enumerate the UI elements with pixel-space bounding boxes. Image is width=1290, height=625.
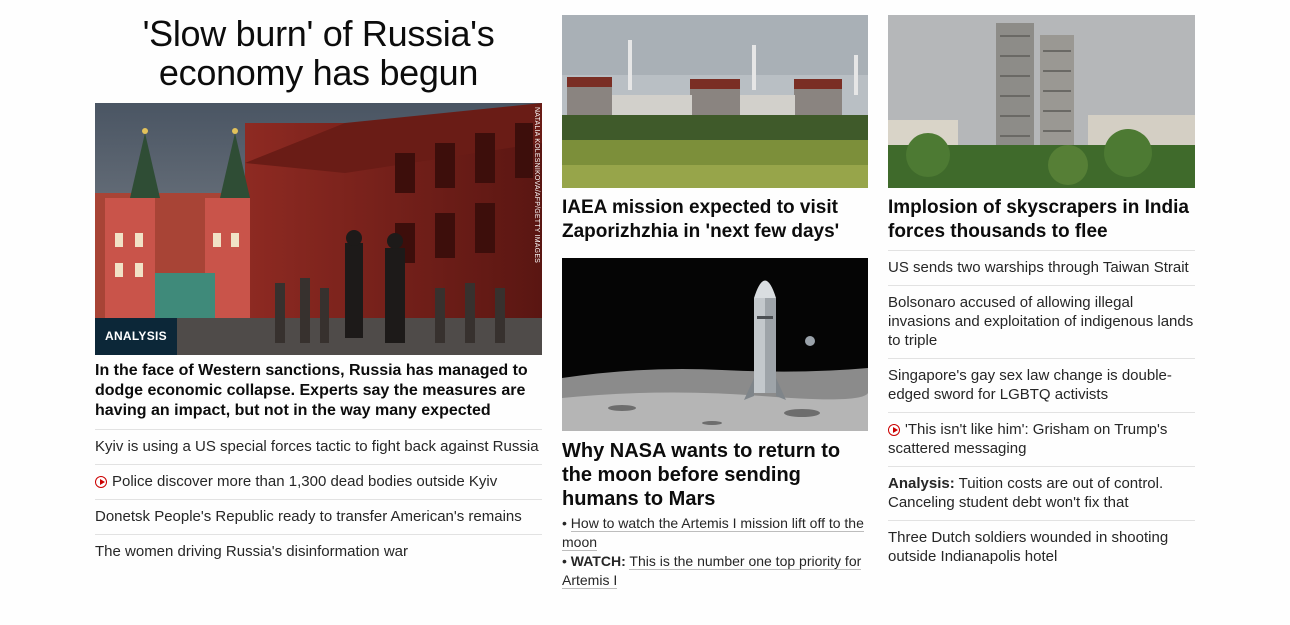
- lead-headline[interactable]: 'Slow burn' of Russia's economy has begu…: [95, 14, 542, 92]
- list-item-text[interactable]: 'This isn't like him': Grisham on Trump'…: [888, 421, 1167, 457]
- list-item-text[interactable]: Bolsonaro accused of allowing illegal in…: [888, 294, 1193, 349]
- list-item[interactable]: The women driving Russia's disinformatio…: [95, 534, 542, 569]
- play-circle-icon: [888, 424, 900, 436]
- starship-on-moon-illustration: [562, 258, 868, 431]
- story-headline[interactable]: Why NASA wants to return to the moon bef…: [562, 439, 868, 511]
- india-towers-photo: [888, 15, 1195, 188]
- bullet: •: [562, 515, 571, 531]
- lead-related-list: Kyiv is using a US special forces tactic…: [95, 429, 542, 569]
- list-item-text[interactable]: Three Dutch soldiers wounded in shooting…: [888, 529, 1168, 565]
- skyscrapers-image[interactable]: [888, 15, 1195, 188]
- list-item[interactable]: Kyiv is using a US special forces tactic…: [95, 429, 542, 464]
- list-item[interactable]: Analysis: Tuition costs are out of contr…: [888, 466, 1195, 520]
- moon-rocket-image[interactable]: [562, 258, 868, 431]
- right-related-list: US sends two warships through Taiwan Str…: [888, 250, 1195, 574]
- list-item[interactable]: Three Dutch soldiers wounded in shooting…: [888, 520, 1195, 574]
- list-item-text[interactable]: The women driving Russia's disinformatio…: [95, 543, 408, 560]
- list-item[interactable]: Donetsk People's Republic ready to trans…: [95, 499, 542, 534]
- photo-credit: NATALIA KOLESNIKOVA/AFP/GETTY IMAGES: [533, 107, 540, 264]
- watch-label: WATCH:: [570, 553, 626, 569]
- lead-image[interactable]: NATALIA KOLESNIKOVA/AFP/GETTY IMAGES ANA…: [95, 103, 542, 355]
- analysis-label: Analysis:: [888, 475, 955, 492]
- lead-summary[interactable]: In the face of Western sanctions, Russia…: [95, 361, 542, 421]
- list-item[interactable]: 'This isn't like him': Grisham on Trump'…: [888, 412, 1195, 466]
- nuclear-plant-image[interactable]: [562, 15, 868, 188]
- sub-link-text[interactable]: How to watch the Artemis I mission lift …: [562, 515, 864, 551]
- zaporizhzhia-plant-photo: [562, 15, 868, 188]
- list-item[interactable]: Singapore's gay sex law change is double…: [888, 358, 1195, 412]
- list-item-text[interactable]: Kyiv is using a US special forces tactic…: [95, 438, 539, 455]
- list-item-text[interactable]: Singapore's gay sex law change is double…: [888, 367, 1172, 403]
- list-item[interactable]: Police discover more than 1,300 dead bod…: [95, 464, 542, 499]
- analysis-badge: ANALYSIS: [95, 318, 177, 355]
- play-circle-icon: [95, 476, 107, 488]
- sub-link[interactable]: • How to watch the Artemis I mission lif…: [562, 514, 868, 552]
- list-item[interactable]: US sends two warships through Taiwan Str…: [888, 250, 1195, 285]
- bullet: •: [562, 553, 571, 569]
- list-item-text[interactable]: Police discover more than 1,300 dead bod…: [112, 473, 497, 490]
- list-item-text[interactable]: US sends two warships through Taiwan Str…: [888, 259, 1189, 276]
- story-headline[interactable]: IAEA mission expected to visit Zaporizhz…: [562, 196, 868, 244]
- sub-link[interactable]: • WATCH: This is the number one top prio…: [562, 552, 868, 590]
- list-item[interactable]: Bolsonaro accused of allowing illegal in…: [888, 285, 1195, 358]
- list-item-text[interactable]: Donetsk People's Republic ready to trans…: [95, 508, 522, 525]
- story-headline[interactable]: Implosion of skyscrapers in India forces…: [888, 196, 1195, 244]
